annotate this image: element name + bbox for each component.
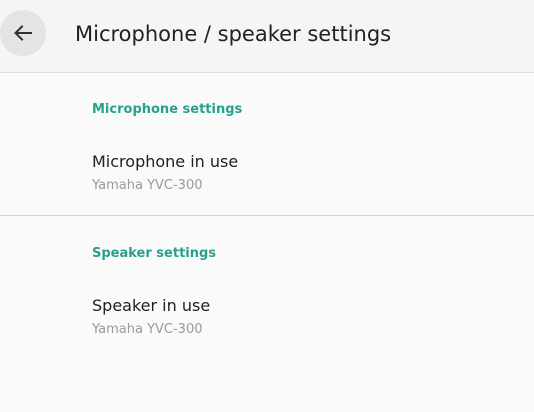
- microphone-in-use-title: Microphone in use: [92, 152, 239, 171]
- section-header-microphone: Microphone settings: [92, 102, 243, 117]
- microphone-in-use-item[interactable]: Microphone in use Yamaha YVC-300: [0, 140, 534, 212]
- settings-screen: Microphone / speaker settings Microphone…: [0, 0, 534, 412]
- section-header-speaker: Speaker settings: [92, 246, 217, 261]
- page-title: Microphone / speaker settings: [75, 22, 392, 46]
- microphone-in-use-value: Yamaha YVC-300: [92, 178, 203, 193]
- arrow-back-icon: [14, 25, 32, 41]
- section-divider: [0, 215, 534, 216]
- app-bar: Microphone / speaker settings: [0, 0, 534, 73]
- speaker-in-use-title: Speaker in use: [92, 296, 211, 315]
- back-button[interactable]: [0, 10, 46, 56]
- speaker-in-use-item[interactable]: Speaker in use Yamaha YVC-300: [0, 284, 534, 356]
- speaker-in-use-value: Yamaha YVC-300: [92, 322, 203, 337]
